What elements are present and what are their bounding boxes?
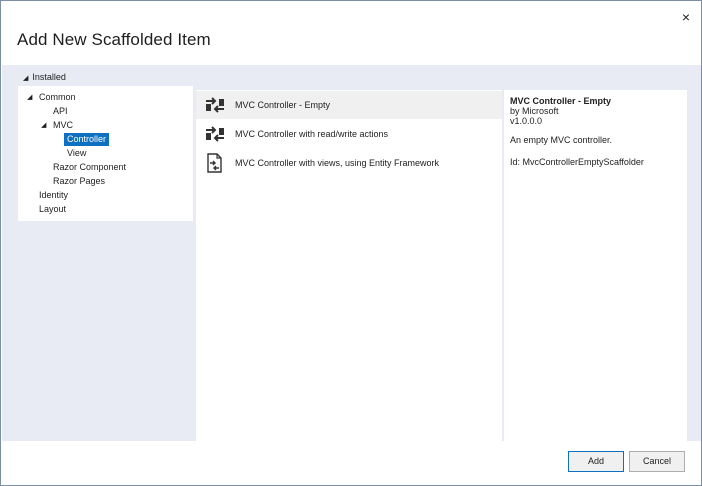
add-button[interactable]: Add (568, 451, 624, 472)
tree-item-razor-component[interactable]: Razor Component (53, 161, 126, 174)
tree-item-razor-pages[interactable]: Razor Pages (53, 175, 105, 188)
template-label: MVC Controller with views, using Entity … (235, 158, 440, 168)
details-panel: MVC Controller - Empty by Microsoft v1.0… (504, 90, 687, 441)
details-id: Id: MvcControllerEmptyScaffolder (510, 157, 644, 167)
tree-item-label: Controller (67, 134, 107, 144)
tree-item-view[interactable]: View (67, 147, 86, 160)
details-description: An empty MVC controller. (510, 135, 613, 145)
tree-item-label: API (53, 106, 68, 116)
details-name: MVC Controller - Empty (510, 96, 612, 106)
dialog-title: Add New Scaffolded Item (17, 30, 211, 49)
document-controller-icon (207, 153, 222, 173)
template-list: MVC Controller - Empty MVC Controller wi… (196, 90, 502, 441)
tree-item-mvc[interactable]: ◢ MVC (41, 119, 73, 132)
tree-item-label: Layout (39, 204, 67, 214)
expand-triangle-icon[interactable]: ◢ (27, 91, 32, 104)
template-item[interactable]: MVC Controller - Empty (196, 91, 502, 119)
template-label: MVC Controller with read/write actions (235, 129, 389, 139)
details-author: by Microsoft (510, 106, 559, 116)
tree-item-label: Razor Pages (53, 176, 106, 186)
scaffold-dialog: × Add New Scaffolded Item ◢ Installed ◢ C… (0, 0, 702, 486)
template-label: MVC Controller - Empty (235, 100, 331, 110)
tree-item-label: Identity (39, 190, 69, 200)
template-item[interactable]: MVC Controller with read/write actions (196, 120, 502, 148)
controller-icon (206, 126, 224, 142)
tree-item-api[interactable]: API (53, 105, 68, 118)
tree-item-layout[interactable]: Layout (39, 203, 66, 216)
tree-item-label: Common (39, 92, 76, 102)
details-version: v1.0.0.0 (510, 116, 543, 126)
category-tree: ◢ Common API ◢ MVC Controller View Razor… (18, 86, 193, 221)
close-icon[interactable]: × (677, 8, 695, 26)
tree-item-common[interactable]: ◢ Common (27, 91, 76, 104)
tree-item-identity[interactable]: Identity (39, 189, 68, 202)
expand-triangle-icon[interactable]: ◢ (41, 119, 46, 132)
tree-item-label: View (67, 148, 87, 158)
installed-label: Installed (32, 72, 66, 82)
collapse-triangle-icon[interactable]: ◢ (23, 75, 28, 82)
tree-item-label: Razor Component (53, 162, 127, 172)
controller-icon (206, 97, 224, 113)
tree-item-controller[interactable]: Controller (64, 133, 110, 146)
cancel-button[interactable]: Cancel (629, 451, 685, 472)
tree-item-label: MVC (53, 120, 73, 130)
template-item[interactable]: MVC Controller with views, using Entity … (196, 149, 502, 177)
installed-header[interactable]: ◢ Installed (23, 71, 66, 83)
